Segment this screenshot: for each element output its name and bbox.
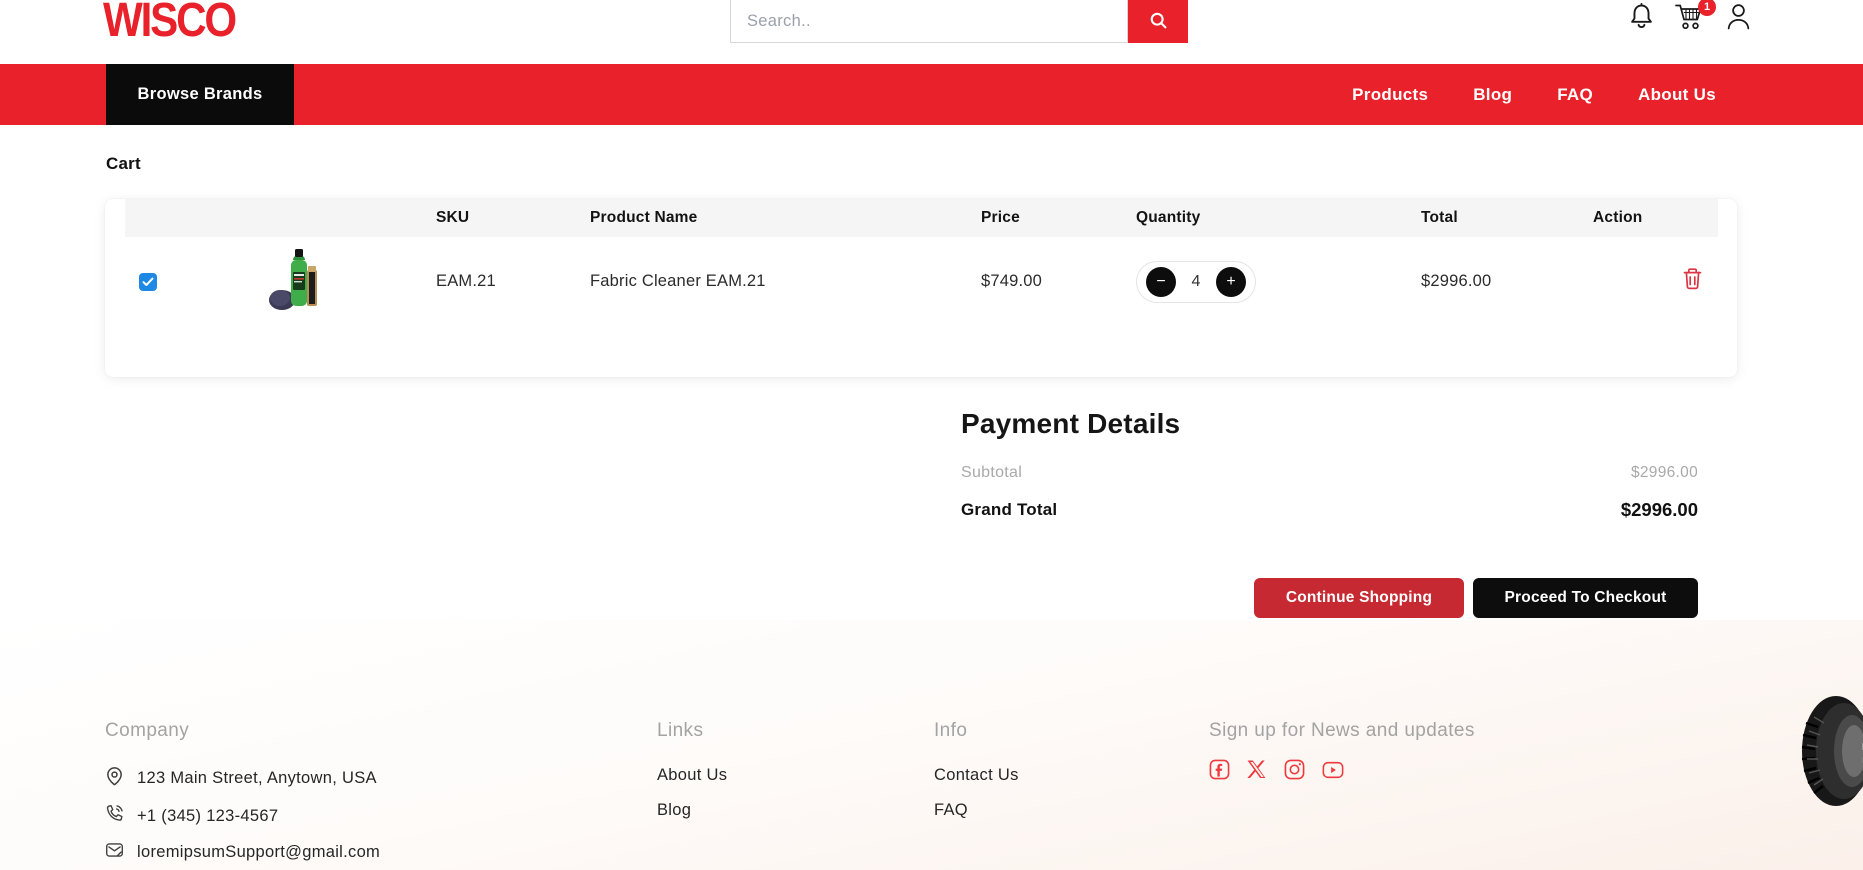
location-pin-icon (105, 766, 124, 791)
grand-total-label: Grand Total (961, 500, 1057, 520)
search-button[interactable] (1128, 0, 1188, 43)
instagram-icon[interactable] (1284, 759, 1305, 780)
subtotal-value: $2996.00 (1631, 464, 1698, 482)
x-twitter-icon[interactable] (1247, 760, 1267, 779)
select-item-checkbox[interactable] (139, 273, 157, 291)
nav-link-products[interactable]: Products (1352, 85, 1428, 105)
quantity-value: 4 (1192, 273, 1201, 291)
payment-details-section: Payment Details Subtotal $2996.00 Grand … (961, 408, 1698, 521)
top-header: WISCO 1 (0, 0, 1863, 64)
notification-bell-icon[interactable] (1628, 2, 1655, 31)
quantity-decrease-button[interactable]: − (1146, 267, 1176, 297)
search-icon (1148, 10, 1169, 34)
footer-company-column: Company 123 Main Street, Anytown, USA (105, 720, 380, 864)
footer-link-blog[interactable]: Blog (657, 801, 727, 820)
footer-link-contact-us[interactable]: Contact Us (934, 766, 1019, 785)
quantity-stepper: − 4 + (1136, 261, 1256, 303)
column-header-total: Total (1421, 209, 1593, 227)
cart-badge: 1 (1698, 0, 1716, 16)
nav-link-about-us[interactable]: About Us (1638, 85, 1716, 105)
tire-suspension-image (1800, 673, 1863, 808)
search-form (730, 0, 1188, 43)
proceed-to-checkout-button[interactable]: Proceed To Checkout (1473, 578, 1698, 618)
column-header-sku: SKU (436, 209, 590, 227)
search-input[interactable] (730, 0, 1128, 43)
footer-newsletter-column: Sign up for News and updates (1209, 720, 1475, 780)
main-navbar: Browse Brands Products Blog FAQ About Us (0, 64, 1863, 125)
item-name: Fabric Cleaner EAM.21 (590, 272, 981, 291)
nav-link-faq[interactable]: FAQ (1557, 85, 1593, 105)
footer-email-text: loremipsumSupport@gmail.com (137, 843, 380, 862)
browse-brands-button[interactable]: Browse Brands (106, 64, 294, 125)
footer-links-heading: Links (657, 720, 727, 742)
footer: Company 123 Main Street, Anytown, USA (0, 620, 1863, 870)
phone-icon (105, 804, 124, 828)
cart-card: SKU Product Name Price Quantity Total Ac… (105, 199, 1737, 377)
footer-address-row: 123 Main Street, Anytown, USA (105, 766, 380, 791)
footer-phone-text: +1 (345) 123-4567 (137, 807, 278, 826)
footer-newsletter-heading: Sign up for News and updates (1209, 720, 1475, 742)
subtotal-label: Subtotal (961, 464, 1022, 482)
grand-total-value: $2996.00 (1621, 499, 1698, 521)
table-row: EAM.21 Fabric Cleaner EAM.21 $749.00 − 4… (125, 237, 1718, 326)
footer-links-column: Links About Us Blog (657, 720, 727, 820)
checkout-actions: Continue Shopping Proceed To Checkout (961, 578, 1698, 618)
footer-info-column: Info Contact Us FAQ (934, 720, 1019, 820)
page-title: Cart (106, 125, 1863, 174)
user-icon[interactable] (1725, 2, 1752, 30)
continue-shopping-button[interactable]: Continue Shopping (1254, 578, 1464, 618)
cart-icon[interactable]: 1 (1674, 2, 1706, 31)
footer-address-text: 123 Main Street, Anytown, USA (137, 769, 377, 788)
column-header-price: Price (981, 209, 1136, 227)
cart-page: Cart SKU Product Name Price Quantity Tot… (0, 125, 1863, 620)
footer-company-heading: Company (105, 720, 380, 742)
brand-logo[interactable]: WISCO (103, 0, 235, 48)
youtube-icon[interactable] (1322, 760, 1344, 780)
nav-link-blog[interactable]: Blog (1473, 85, 1512, 105)
column-header-action: Action (1593, 209, 1718, 227)
item-price: $749.00 (981, 272, 1136, 291)
quantity-increase-button[interactable]: + (1216, 267, 1246, 297)
facebook-icon[interactable] (1209, 759, 1230, 780)
cart-table-header: SKU Product Name Price Quantity Total Ac… (125, 199, 1718, 237)
column-header-quantity: Quantity (1136, 209, 1421, 227)
social-icons-row (1209, 759, 1475, 780)
header-icons: 1 (1628, 2, 1752, 31)
item-total: $2996.00 (1421, 272, 1593, 291)
product-image (265, 248, 329, 321)
footer-link-faq[interactable]: FAQ (934, 801, 1019, 820)
email-icon (105, 841, 124, 864)
column-header-product-name: Product Name (590, 209, 981, 227)
footer-info-heading: Info (934, 720, 1019, 742)
footer-link-about-us[interactable]: About Us (657, 766, 727, 785)
delete-item-icon[interactable] (1683, 268, 1702, 290)
item-sku: EAM.21 (436, 272, 590, 291)
footer-phone-row: +1 (345) 123-4567 (105, 804, 380, 828)
footer-email-row: loremipsumSupport@gmail.com (105, 841, 380, 864)
nav-links: Products Blog FAQ About Us (1352, 64, 1716, 125)
payment-details-title: Payment Details (961, 408, 1698, 440)
